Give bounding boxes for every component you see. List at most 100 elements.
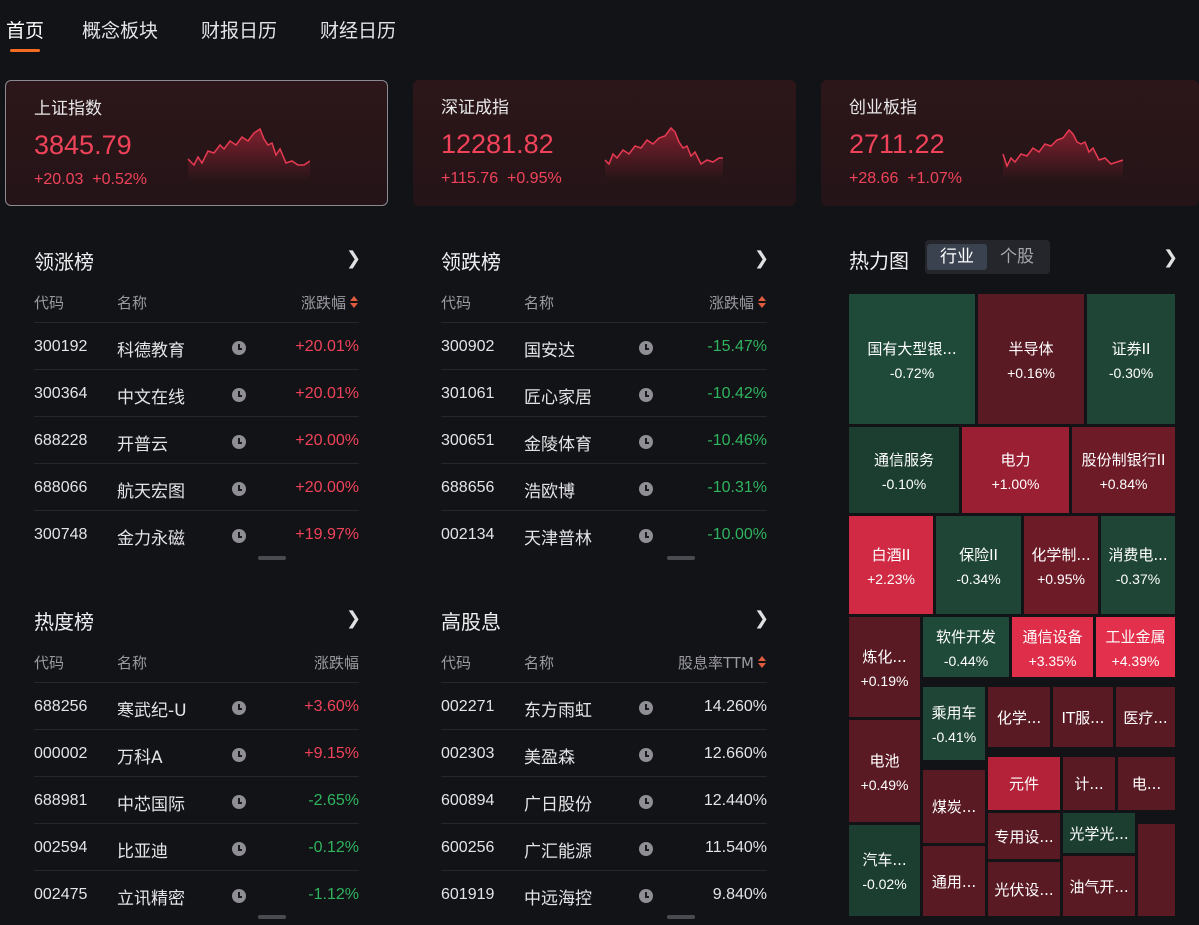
clock-icon[interactable] [232, 889, 246, 903]
heatmap-tile[interactable]: 股份制银行II +0.84% [1072, 427, 1175, 513]
heatmap-tile[interactable]: 煤炭... [923, 770, 985, 843]
index-name: 深证成指 [441, 98, 509, 118]
table-row[interactable]: 601919 中远海控 9.840% [441, 870, 767, 917]
scroll-indicator [258, 556, 286, 560]
clock-icon[interactable] [232, 341, 246, 355]
table-row[interactable]: 300364 中文在线 +20.01% [34, 369, 359, 416]
heatmap-tile[interactable]: 化学... [988, 687, 1050, 747]
clock-icon[interactable] [639, 701, 653, 715]
clock-icon[interactable] [232, 795, 246, 809]
table-row[interactable]: 002475 立讯精密 -1.12% [34, 870, 359, 917]
clock-icon[interactable] [639, 842, 653, 856]
heatmap-tile[interactable]: IT服... [1053, 687, 1113, 747]
tab-home[interactable]: 首页 [6, 16, 44, 43]
col-header-change: 涨跌幅 [313, 654, 359, 672]
chevron-right-icon[interactable]: ❯ [346, 248, 361, 269]
tab-earnings-calendar[interactable]: 财报日历 [201, 16, 277, 43]
stock-code: 300902 [441, 338, 495, 355]
sort-icon[interactable] [349, 296, 359, 310]
table-row[interactable]: 002134 天津普林 -10.00% [441, 510, 767, 557]
table-row[interactable]: 300192 科德教育 +20.01% [34, 322, 359, 369]
stock-code: 002134 [441, 526, 495, 543]
index-card-shanghai[interactable]: 上证指数 3845.79 +20.03 +0.52% [5, 80, 388, 206]
table-row[interactable]: 600256 广汇能源 11.540% [441, 823, 767, 870]
heatmap-tile[interactable]: 元件 [988, 757, 1060, 810]
clock-icon[interactable] [639, 889, 653, 903]
stock-code: 688066 [34, 479, 88, 496]
heatmap-tile[interactable]: 光学光... [1063, 813, 1135, 853]
tab-concept-sectors[interactable]: 概念板块 [82, 16, 158, 43]
tile-name: 光伏设... [994, 880, 1054, 899]
chevron-right-icon[interactable]: ❯ [754, 248, 769, 269]
heatmap-tile[interactable]: 半导体 +0.16% [978, 294, 1084, 424]
heatmap-tile[interactable]: 炼化... +0.19% [849, 617, 920, 717]
heatmap-tile[interactable]: 保险II -0.34% [936, 516, 1021, 614]
clock-icon[interactable] [232, 842, 246, 856]
table-row[interactable]: 688981 中芯国际 -2.65% [34, 776, 359, 823]
table-row[interactable]: 300748 金力永磁 +19.97% [34, 510, 359, 557]
table-row[interactable]: 688228 开普云 +20.00% [34, 416, 359, 463]
index-card-chinext[interactable]: 创业板指 2711.22 +28.66 +1.07% [821, 80, 1199, 206]
heatmap-tile[interactable]: 专用设... [988, 813, 1060, 859]
chevron-right-icon[interactable]: ❯ [346, 608, 361, 629]
clock-icon[interactable] [232, 748, 246, 762]
heatmap-tile[interactable]: 油气开... [1063, 856, 1135, 916]
table-row[interactable]: 688066 航天宏图 +20.00% [34, 463, 359, 510]
chevron-right-icon[interactable]: ❯ [1163, 247, 1178, 268]
clock-icon[interactable] [639, 482, 653, 496]
heatmap-tile[interactable]: 工业金属 +4.39% [1096, 617, 1175, 677]
table-row[interactable]: 002271 东方雨虹 14.260% [441, 682, 767, 729]
index-sparkline [1002, 128, 1124, 180]
table-row[interactable]: 600894 广日股份 12.440% [441, 776, 767, 823]
chevron-right-icon[interactable]: ❯ [754, 608, 769, 629]
sort-icon[interactable] [757, 296, 767, 310]
index-card-shenzhen[interactable]: 深证成指 12281.82 +115.76 +0.95% [413, 80, 796, 206]
heatmap-tile[interactable]: 通信服务 -0.10% [849, 427, 959, 513]
col-header-dividend-yield[interactable]: 股息率TTM [678, 652, 767, 673]
table-row[interactable]: 002303 美盈森 12.660% [441, 729, 767, 776]
clock-icon[interactable] [639, 435, 653, 449]
heatmap-tile[interactable]: 通信设备 +3.35% [1012, 617, 1093, 677]
tile-name: IT服... [1061, 708, 1105, 727]
clock-icon[interactable] [639, 388, 653, 402]
clock-icon[interactable] [232, 701, 246, 715]
clock-icon[interactable] [232, 529, 246, 543]
clock-icon[interactable] [232, 388, 246, 402]
heatmap-tile[interactable]: 通用... [923, 846, 985, 916]
table-row[interactable]: 688256 寒武纪-U +3.60% [34, 682, 359, 729]
heatmap-tile[interactable]: 医疗... [1116, 687, 1175, 747]
stock-name: 金陵体育 [524, 435, 592, 455]
clock-icon[interactable] [232, 435, 246, 449]
clock-icon[interactable] [639, 529, 653, 543]
toggle-industry[interactable]: 行业 [927, 244, 987, 270]
col-header-change[interactable]: 涨跌幅 [709, 292, 767, 313]
heatmap-tile[interactable]: 电池 +0.49% [849, 720, 920, 822]
clock-icon[interactable] [639, 748, 653, 762]
table-row[interactable]: 002594 比亚迪 -0.12% [34, 823, 359, 870]
clock-icon[interactable] [639, 795, 653, 809]
heatmap-tile[interactable]: 光伏设... [988, 862, 1060, 916]
heatmap-tile[interactable]: 证券II -0.30% [1087, 294, 1175, 424]
sort-icon[interactable] [757, 656, 767, 670]
tab-economic-calendar[interactable]: 财经日历 [320, 16, 396, 43]
heatmap-tile[interactable]: 电... [1118, 757, 1175, 810]
table-row[interactable]: 300651 金陵体育 -10.46% [441, 416, 767, 463]
table-row[interactable]: 301061 匠心家居 -10.42% [441, 369, 767, 416]
clock-icon[interactable] [639, 341, 653, 355]
table-row[interactable]: 300902 国安达 -15.47% [441, 322, 767, 369]
table-row[interactable]: 000002 万科A +9.15% [34, 729, 359, 776]
heatmap-tile[interactable]: 国有大型银... -0.72% [849, 294, 975, 424]
clock-icon[interactable] [232, 482, 246, 496]
heatmap-tile[interactable]: 白酒II +2.23% [849, 516, 933, 614]
heatmap-tile[interactable]: 软件开发 -0.44% [923, 617, 1009, 677]
col-header-change[interactable]: 涨跌幅 [301, 292, 359, 313]
heatmap-tile[interactable]: 乘用车 -0.41% [923, 687, 985, 760]
heatmap-tile[interactable]: 消费电... -0.37% [1101, 516, 1175, 614]
heatmap-tile[interactable]: 化学制... +0.95% [1024, 516, 1098, 614]
heatmap-tile[interactable] [1138, 824, 1175, 916]
heatmap-tile[interactable]: 汽车... -0.02% [849, 825, 920, 916]
table-row[interactable]: 688656 浩欧博 -10.31% [441, 463, 767, 510]
toggle-stock[interactable]: 个股 [987, 244, 1047, 270]
heatmap-tile[interactable]: 电力 +1.00% [962, 427, 1069, 513]
heatmap-tile[interactable]: 计... [1063, 757, 1115, 810]
